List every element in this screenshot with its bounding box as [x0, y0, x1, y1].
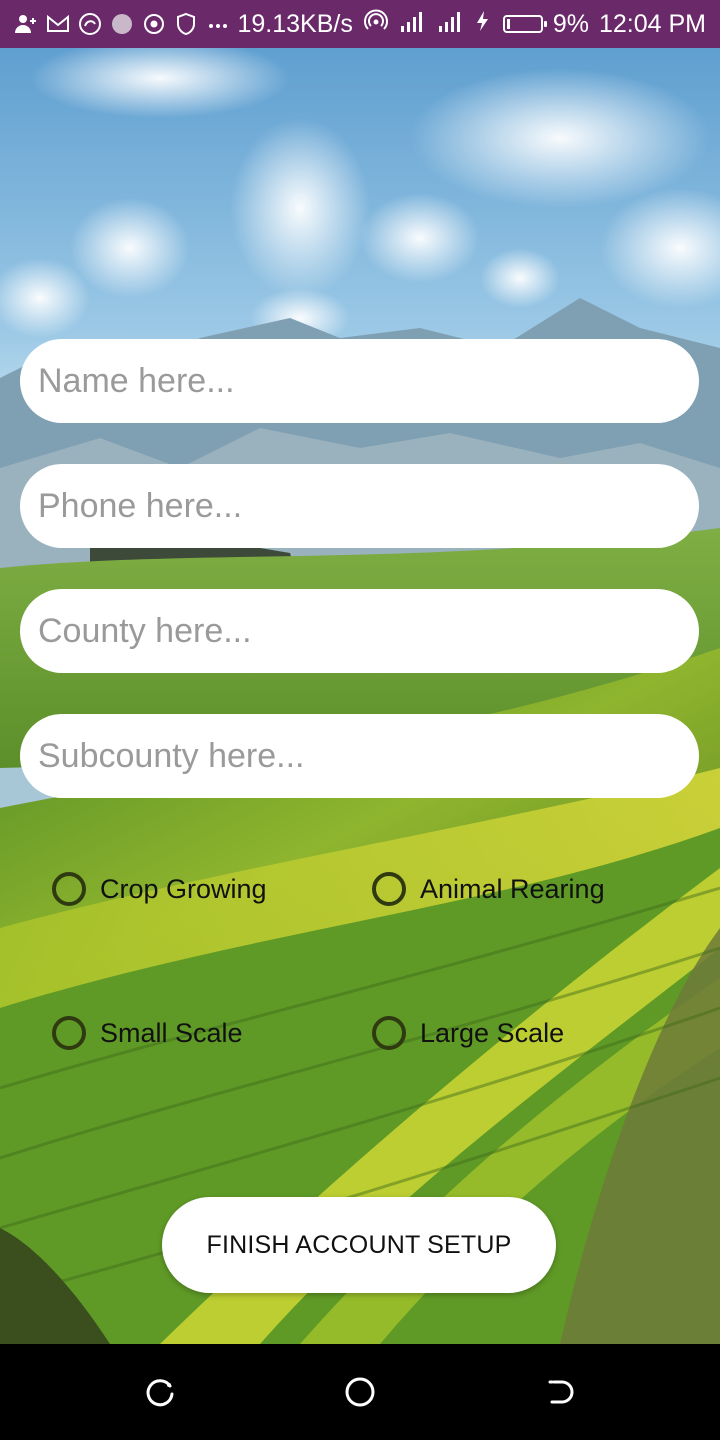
animal-rearing-label: Animal Rearing	[420, 873, 605, 904]
shield-icon	[174, 12, 198, 36]
landscape-illustration	[0, 48, 720, 1344]
battery-level: 9%	[552, 9, 589, 38]
recent-apps-icon[interactable]	[140, 1372, 180, 1412]
small-scale-radio[interactable]: Small Scale	[52, 1016, 243, 1050]
crop-growing-label: Crop Growing	[100, 873, 267, 904]
radio-button-unchecked[interactable]	[372, 1016, 406, 1050]
large-scale-radio[interactable]: Large Scale	[372, 1016, 564, 1050]
screen: 19.13KB/s 9% 12:04 PM Name here... Phone…	[0, 0, 720, 1440]
battery-fill	[506, 19, 510, 29]
app-icon-2	[110, 12, 134, 36]
status-bar: 19.13KB/s 9% 12:04 PM	[0, 0, 720, 48]
signal-roaming-icon	[437, 8, 465, 41]
home-icon[interactable]	[340, 1372, 380, 1412]
large-scale-label: Large Scale	[420, 1017, 565, 1048]
record-icon	[142, 12, 166, 36]
system-status: 19.13KB/s 9% 12:04 PM	[237, 8, 706, 41]
battery-icon	[502, 15, 547, 33]
app-icon	[78, 12, 102, 36]
animal-rearing-radio[interactable]: Animal Rearing	[372, 872, 605, 906]
background-image	[0, 48, 720, 1344]
notification-icons	[14, 12, 230, 36]
clock: 12:04 PM	[598, 9, 706, 38]
more-dots-icon	[206, 12, 230, 36]
crop-growing-radio[interactable]: Crop Growing	[52, 872, 267, 906]
county-input[interactable]	[20, 589, 699, 673]
name-input[interactable]	[20, 339, 699, 423]
network-speed: 19.13KB/s	[237, 9, 353, 38]
radio-button-unchecked[interactable]	[372, 872, 406, 906]
add-user-icon	[14, 12, 38, 36]
hotspot-icon	[363, 8, 389, 41]
radio-button-unchecked[interactable]	[52, 1016, 86, 1050]
small-scale-label: Small Scale	[100, 1017, 243, 1048]
finish-account-setup-button[interactable]: FINISH ACCOUNT SETUP	[162, 1197, 556, 1293]
radio-button-unchecked[interactable]	[52, 872, 86, 906]
charging-icon	[475, 9, 491, 40]
phone-input[interactable]	[20, 464, 699, 548]
navigation-bar	[0, 1344, 720, 1440]
gmail-icon	[46, 12, 70, 36]
subcounty-input[interactable]	[20, 714, 699, 798]
signal-icon	[399, 8, 427, 41]
back-icon[interactable]	[540, 1372, 580, 1412]
